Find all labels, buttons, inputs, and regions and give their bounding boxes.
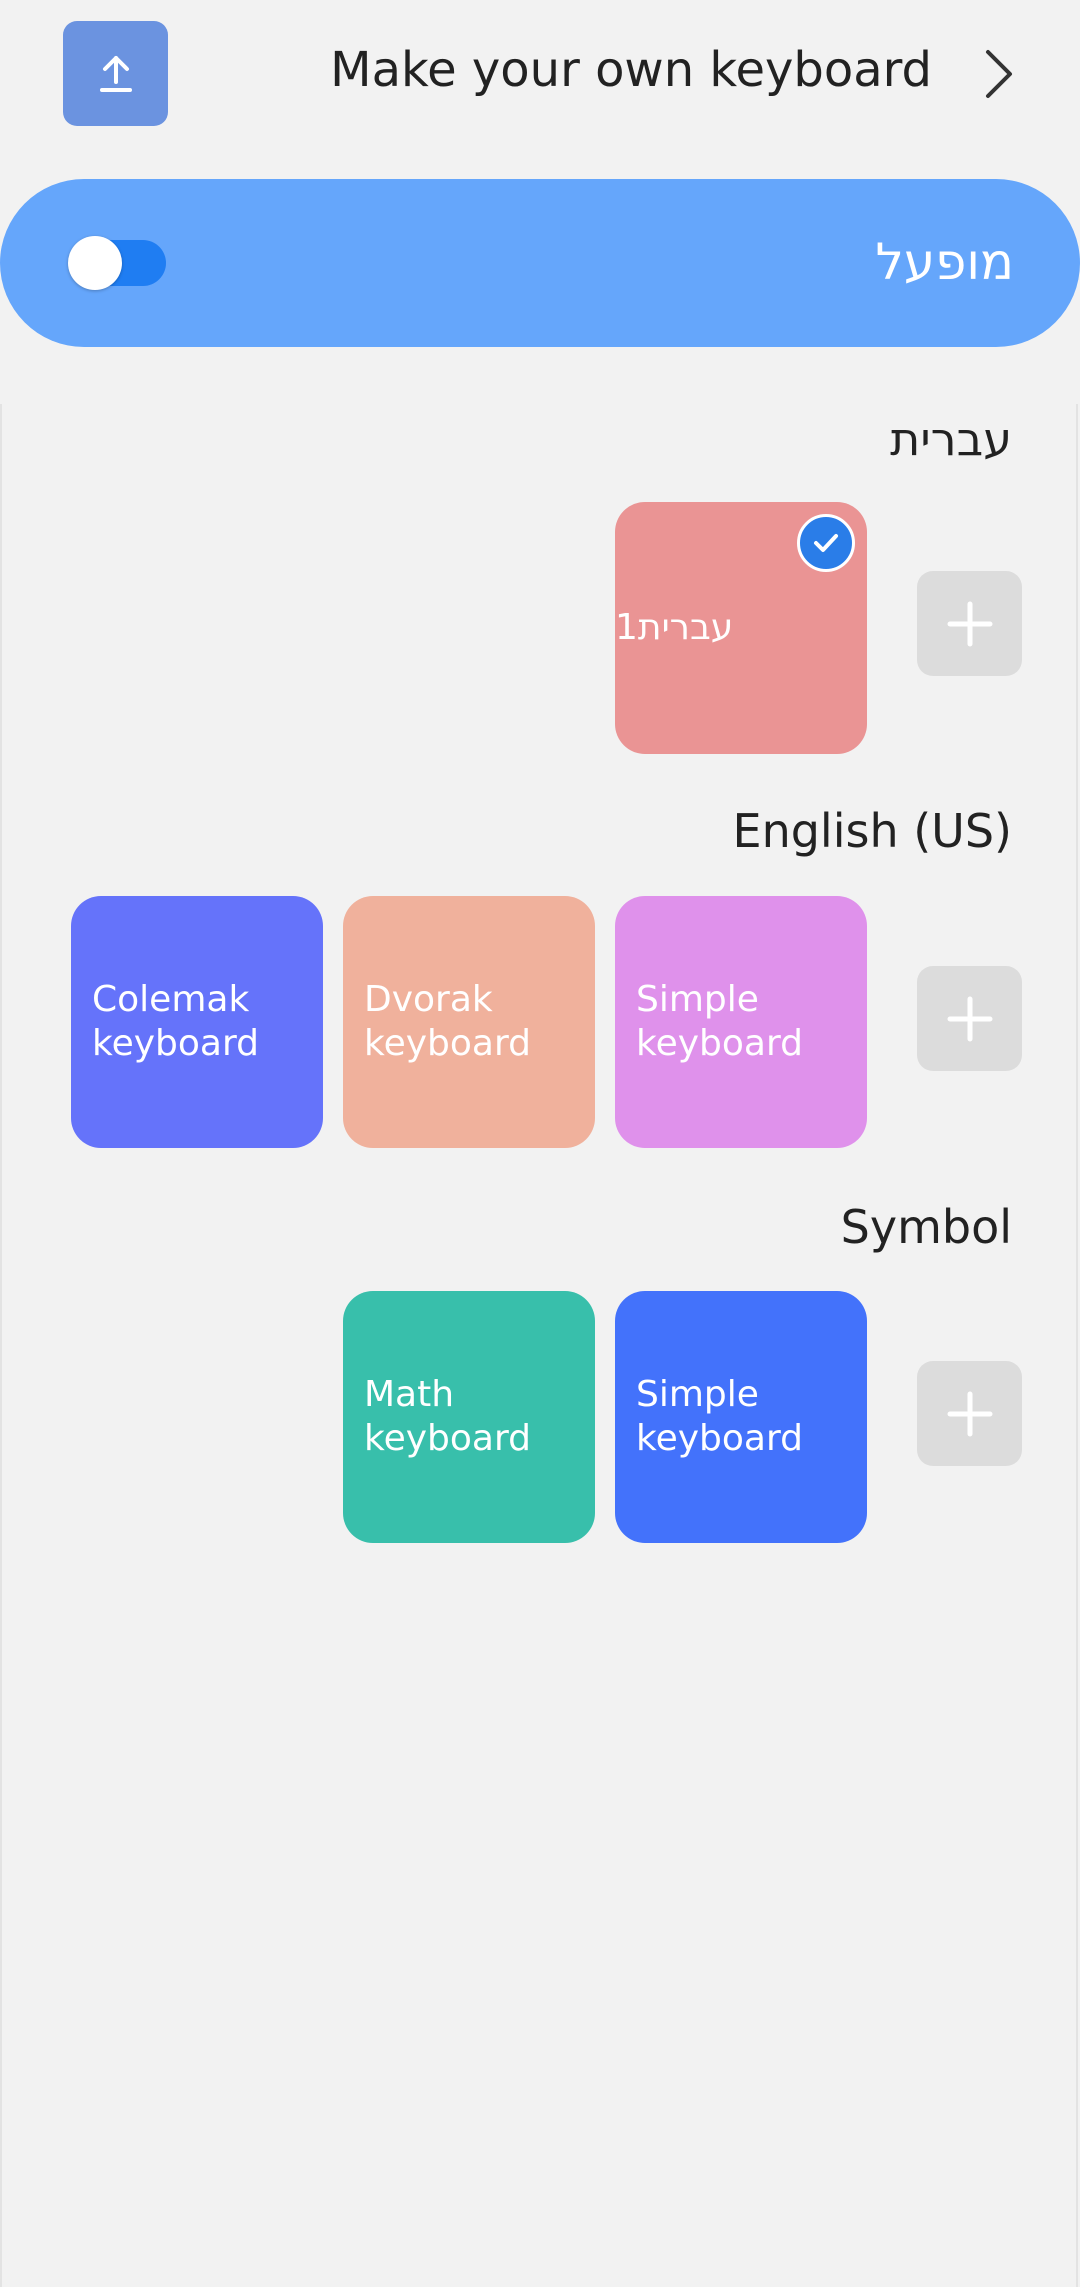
keyboards-panel: עברית עברית1 English (US) Colemak keyboa… bbox=[0, 404, 1078, 2287]
selected-check-icon bbox=[797, 514, 855, 572]
toggle-knob bbox=[68, 236, 122, 290]
section-title-english-us: English (US) bbox=[732, 804, 1012, 858]
keyboard-card-simple-english[interactable]: Simple keyboard bbox=[615, 896, 867, 1148]
add-symbol-keyboard-button[interactable] bbox=[917, 1361, 1022, 1466]
keyboard-card-label: עברית1 bbox=[615, 607, 734, 648]
upload-button[interactable] bbox=[63, 21, 168, 126]
enabled-label: מופעל bbox=[875, 233, 1014, 291]
keyboard-card-label: Dvorak keyboard bbox=[364, 979, 531, 1064]
keyboard-card-hebrew1[interactable]: עברית1 bbox=[615, 502, 867, 754]
chevron-right-icon[interactable] bbox=[978, 44, 1018, 104]
plus-icon bbox=[947, 601, 992, 646]
plus-icon bbox=[947, 1391, 992, 1436]
add-english-keyboard-button[interactable] bbox=[917, 966, 1022, 1071]
make-keyboard-link[interactable]: Make your own keyboard bbox=[330, 42, 932, 98]
keyboard-card-label: Colemak keyboard bbox=[92, 979, 259, 1064]
header: Make your own keyboard bbox=[0, 0, 1080, 150]
section-title-hebrew: עברית bbox=[890, 412, 1012, 466]
keyboard-card-simple-symbol[interactable]: Simple keyboard bbox=[615, 1291, 867, 1543]
keyboard-card-label: Simple keyboard bbox=[636, 1374, 803, 1459]
enable-toggle[interactable] bbox=[68, 236, 166, 290]
add-hebrew-keyboard-button[interactable] bbox=[917, 571, 1022, 676]
plus-icon bbox=[947, 996, 992, 1041]
keyboard-card-label: Math keyboard bbox=[364, 1374, 531, 1459]
keyboard-card-dvorak[interactable]: Dvorak keyboard bbox=[343, 896, 595, 1148]
section-title-symbol: Symbol bbox=[840, 1200, 1012, 1254]
keyboard-card-label: Simple keyboard bbox=[636, 979, 803, 1064]
upload-icon bbox=[99, 55, 132, 92]
keyboard-card-colemak[interactable]: Colemak keyboard bbox=[71, 896, 323, 1148]
keyboard-card-math[interactable]: Math keyboard bbox=[343, 1291, 595, 1543]
